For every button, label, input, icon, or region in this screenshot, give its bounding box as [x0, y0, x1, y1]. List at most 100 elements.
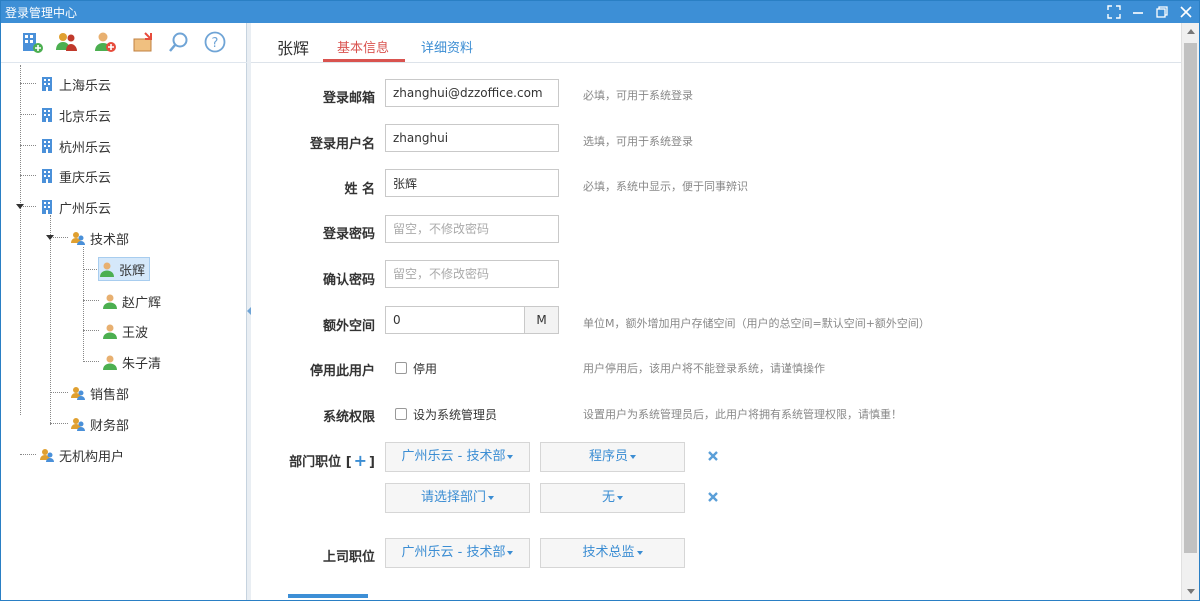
users-icon [56, 33, 77, 51]
superior-position-value: 技术总监 [582, 545, 635, 560]
tree-item-finance-dept[interactable]: 财务部 [70, 412, 129, 436]
import-icon [133, 32, 152, 52]
building-icon [42, 169, 52, 183]
tree-item-label: 财务部 [90, 418, 130, 434]
dept-select-1-value: 广州乐云 - 技术部 [401, 449, 506, 464]
confirm-password-field[interactable] [385, 260, 559, 288]
email-field[interactable] [385, 79, 559, 107]
tree-item-label: 赵广辉 [122, 295, 162, 311]
tree-item-zhanghui[interactable]: 张辉 [98, 257, 151, 281]
tabs-bar: 张辉 基本信息 详细资料 [251, 23, 1181, 63]
vertical-scrollbar[interactable] [1181, 23, 1199, 600]
extra-space-hint: 单位M，额外增加用户存储空间（用户的总空间=默认空间+额外空间） [583, 317, 930, 330]
active-tab-indicator [323, 59, 405, 62]
collapse-toggle-gz[interactable] [16, 204, 24, 209]
minimize-button[interactable] [1129, 3, 1147, 21]
username-field[interactable] [385, 124, 559, 152]
tree-item-label: 北京乐云 [59, 109, 112, 125]
tree-item-label: 广州乐云 [59, 201, 112, 217]
search-button[interactable] [166, 29, 192, 55]
superior-position-select[interactable]: 技术总监 [540, 538, 685, 568]
department-icon [71, 418, 85, 431]
user-icon [103, 355, 117, 370]
import-button[interactable] [130, 29, 156, 55]
scroll-up-icon[interactable] [1187, 29, 1195, 34]
add-user-button[interactable] [92, 29, 118, 55]
close-icon [1180, 6, 1192, 18]
add-user-icon [95, 32, 116, 52]
user-icon [103, 324, 117, 339]
superior-dept-select[interactable]: 广州乐云 - 技术部 [385, 538, 530, 568]
collapse-toggle-tech[interactable] [46, 235, 54, 240]
search-icon [169, 32, 188, 52]
user-icon [103, 294, 117, 309]
close-button[interactable] [1177, 3, 1195, 21]
tree-item-beijing[interactable]: 北京乐云 [39, 103, 111, 127]
password-field[interactable] [385, 215, 559, 243]
help-button[interactable]: ? [202, 29, 228, 55]
add-position-button[interactable]: + [354, 451, 367, 470]
tab-basic-info[interactable]: 基本信息 [337, 37, 389, 56]
tree-item-label: 朱子清 [122, 356, 162, 372]
users-button[interactable] [54, 29, 80, 55]
disable-user-checkbox-label: 停用 [413, 362, 438, 376]
tree-item-shanghai[interactable]: 上海乐云 [39, 72, 111, 96]
position-select-2[interactable]: 无 [540, 483, 685, 513]
dept-select-1[interactable]: 广州乐云 - 技术部 [385, 442, 530, 472]
disable-user-checkbox[interactable] [395, 362, 407, 374]
tree-item-no-org-users[interactable]: 无机构用户 [39, 443, 124, 467]
dept-select-2-value: 请选择部门 [420, 490, 486, 505]
superior-position-label: 上司职位 [322, 550, 375, 565]
fullscreen-button[interactable] [1105, 3, 1123, 21]
set-admin-hint: 设置用户为系统管理员后，此用户将拥有系统管理权限，请慎重！ [583, 408, 902, 421]
scroll-thumb[interactable] [1184, 43, 1197, 553]
tree-item-hangzhou[interactable]: 杭州乐云 [39, 134, 111, 158]
add-org-button[interactable] [19, 29, 45, 55]
help-icon: ? [204, 31, 226, 53]
building-icon [42, 139, 52, 153]
tab-details[interactable]: 详细资料 [421, 37, 473, 56]
superior-dept-value: 广州乐云 - 技术部 [401, 545, 506, 560]
position-select-2-value: 无 [601, 490, 615, 505]
username-hint: 选填，可用于系统登录 [583, 135, 693, 148]
bottom-indicator [288, 594, 368, 598]
confirm-password-label: 确认密码 [322, 273, 375, 288]
chevron-down-icon [507, 454, 514, 459]
set-admin-checkbox[interactable] [395, 408, 407, 420]
building-icon [42, 77, 52, 91]
restore-button[interactable] [1153, 3, 1171, 21]
dept-position-label: 部门职位 [+] [251, 451, 375, 470]
position-select-1[interactable]: 程序员 [540, 442, 685, 472]
tree-item-sales-dept[interactable]: 销售部 [70, 381, 129, 405]
tree-item-zhaoguanghui[interactable]: 赵广辉 [102, 289, 161, 313]
tree-item-label: 重庆乐云 [59, 170, 112, 186]
set-admin-checkbox-label: 设为系统管理员 [413, 408, 498, 422]
remove-position-1-icon[interactable] [706, 449, 720, 463]
email-hint: 必填，可用于系统登录 [583, 89, 693, 102]
remove-position-2-icon[interactable] [706, 490, 720, 504]
department-icon [40, 449, 54, 462]
name-field[interactable] [385, 169, 559, 197]
tree-item-label: 张辉 [119, 263, 146, 279]
tree-item-chongqing[interactable]: 重庆乐云 [39, 164, 111, 188]
chevron-down-icon [507, 550, 514, 555]
username-label: 登录用户名 [309, 137, 375, 152]
building-icon [42, 200, 52, 214]
tree-item-label: 王波 [122, 325, 149, 341]
tree-item-zhuziqing[interactable]: 朱子清 [102, 350, 161, 374]
scroll-down-icon[interactable] [1187, 589, 1195, 594]
tree-item-wangbo[interactable]: 王波 [102, 319, 148, 343]
dept-position-label-text: 部门职位 [ [289, 455, 352, 470]
user-detail-panel: 张辉 基本信息 详细资料 登录邮箱 必填，可用于系统登录 登录用户名 选填，可用… [251, 23, 1181, 600]
tree-item-tech-dept[interactable]: 技术部 [70, 226, 129, 250]
sidebar: ? 上海乐云 北京乐云 杭州乐云 重庆乐云 广州乐云 技术部 张辉 赵广辉 王波… [1, 23, 247, 600]
extra-space-field[interactable] [385, 306, 525, 334]
sidebar-toolbar: ? [1, 23, 247, 63]
title-bar: 登录管理中心 [1, 1, 1199, 23]
fullscreen-icon [1107, 5, 1121, 19]
position-select-1-value: 程序员 [588, 449, 628, 464]
chevron-down-icon [617, 495, 623, 500]
dept-select-2[interactable]: 请选择部门 [385, 483, 530, 513]
tree-item-guangzhou[interactable]: 广州乐云 [39, 195, 111, 219]
tree-item-label: 技术部 [90, 232, 130, 248]
